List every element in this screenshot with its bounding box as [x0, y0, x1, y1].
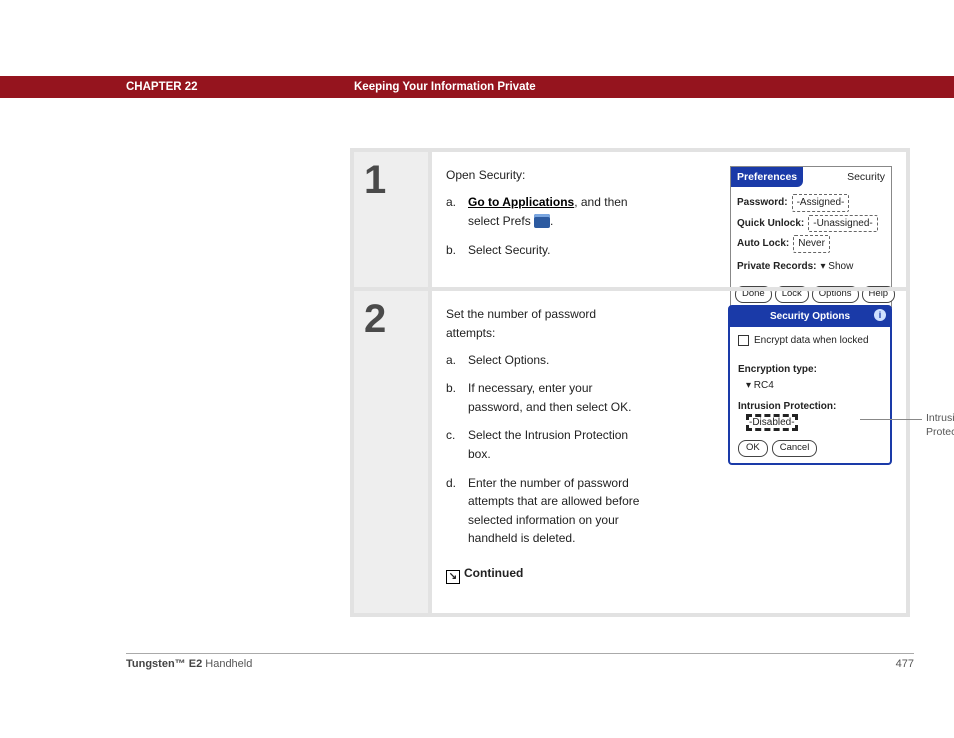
checkbox-icon [738, 335, 749, 346]
palm-title-right: Security [841, 167, 891, 187]
substep-letter: a. [446, 193, 460, 231]
go-to-applications-link[interactable]: Go to Applications [468, 195, 574, 209]
palm-security-options-screenshot: Security Options i Encrypt data when loc… [728, 305, 892, 465]
encryption-type-label: Encryption type: [738, 362, 882, 378]
substep-text: Enter the number of password attempts th… [468, 474, 646, 548]
continued-indicator: ↘Continued [446, 564, 892, 583]
substep-text: Go to Applications, and then select Pref… [468, 193, 646, 231]
palm-row: Password: -Assigned- [737, 194, 885, 212]
substep-item: a. Select Options. [446, 351, 646, 370]
palm-title-left: Preferences [731, 167, 803, 187]
content-area: 1 Open Security: a. Go to Applications, … [350, 148, 910, 617]
page-number: 477 [896, 658, 914, 670]
prefs-icon [534, 214, 550, 228]
ok-button: OK [738, 440, 768, 457]
auto-lock-field: Never [793, 235, 830, 253]
substep-letter: a. [446, 351, 460, 370]
substep-item: c. Select the Intrusion Protection box. [446, 426, 646, 463]
chapter-title: Keeping Your Information Private [354, 81, 536, 93]
substep-item: d. Enter the number of password attempts… [446, 474, 646, 548]
palm-titlebar: Preferences Security [731, 167, 891, 187]
substep-text: Select Options. [468, 351, 549, 370]
chapter-label: CHAPTER 22 [126, 81, 354, 93]
substep-item: b. Select Security. [446, 241, 646, 260]
substep-letter: c. [446, 426, 460, 463]
step-number: 1 [354, 152, 432, 287]
substep-letter: b. [446, 241, 460, 260]
substep-letter: b. [446, 379, 460, 416]
palm2-titlebar: Security Options i [730, 307, 890, 327]
product-name: Tungsten™ E2 Handheld [126, 658, 252, 670]
callout-line [860, 419, 922, 420]
step-number: 2 [354, 287, 432, 613]
callout-text: Intrusion Protection box [926, 412, 954, 439]
substep-letter: d. [446, 474, 460, 548]
intrusion-protection-box: -Disabled- [746, 414, 798, 431]
chapter-header-bar: CHAPTER 22 Keeping Your Information Priv… [0, 76, 954, 98]
page-footer: Tungsten™ E2 Handheld 477 [126, 653, 914, 670]
palm-row: Private Records: ▾ Show [737, 259, 885, 275]
step-intro: Set the number of password attempts: [446, 305, 646, 342]
substep-text: Select Security. [468, 241, 550, 260]
password-field: -Assigned- [792, 194, 850, 212]
quick-unlock-field: -Unassigned- [808, 215, 877, 233]
intrusion-protection-label: Intrusion Protection: [738, 399, 882, 415]
step-body: Set the number of password attempts: a. … [432, 287, 906, 613]
step-block: 1 Open Security: a. Go to Applications, … [350, 148, 910, 617]
continued-arrow-icon: ↘ [446, 570, 460, 584]
palm-row: Quick Unlock: -Unassigned- [737, 215, 885, 233]
substep-item: a. Go to Applications, and then select P… [446, 193, 646, 231]
substep-text: If necessary, enter your password, and t… [468, 379, 646, 416]
cancel-button: Cancel [772, 440, 818, 457]
substep-text: Select the Intrusion Protection box. [468, 426, 646, 463]
info-icon: i [874, 309, 886, 321]
palm2-button-row: OK Cancel [730, 436, 890, 463]
encrypt-checkbox-row: Encrypt data when locked [738, 333, 882, 349]
substep-item: b. If necessary, enter your password, an… [446, 379, 646, 416]
palm-row: Auto Lock: Never [737, 235, 885, 253]
encryption-type-value: ▾ RC4 [746, 378, 882, 394]
private-records-field: ▾ Show [820, 259, 853, 275]
step-body: Open Security: a. Go to Applications, an… [432, 152, 906, 287]
